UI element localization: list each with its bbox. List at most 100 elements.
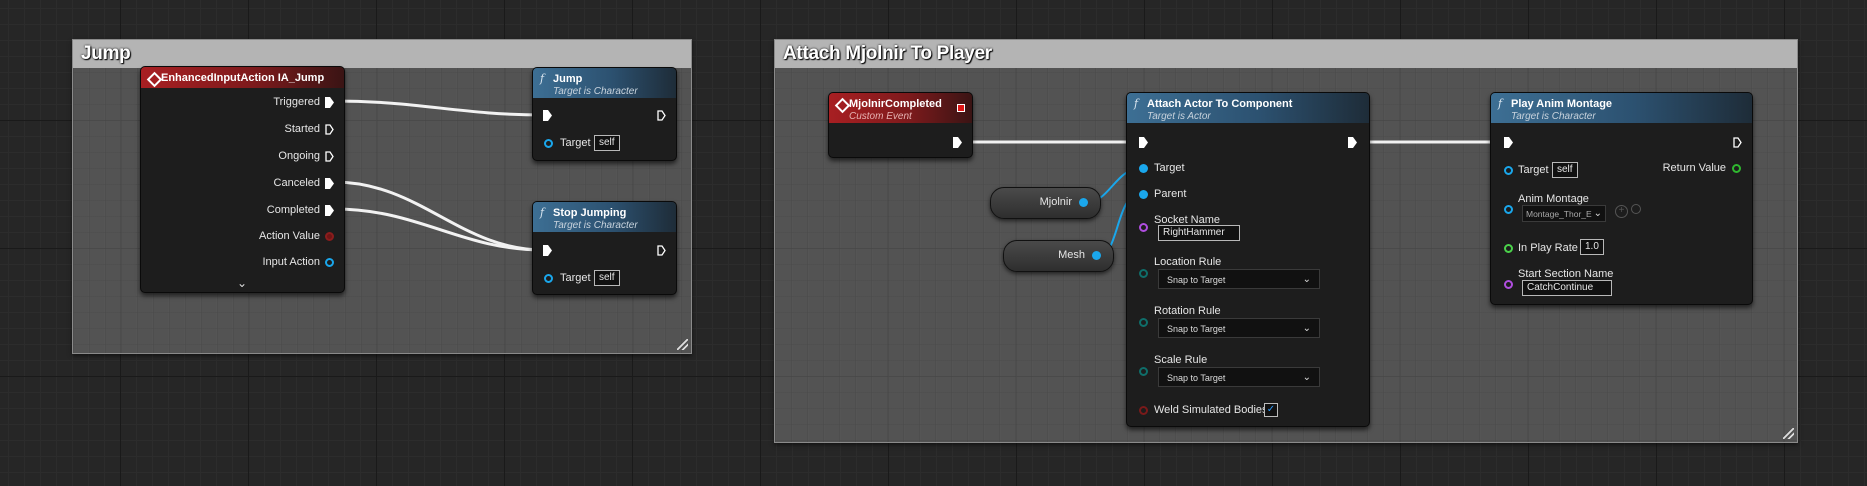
play-anim-montage-node[interactable]: f Play Anim Montage Target is Character … — [1490, 92, 1753, 305]
attach-actor-to-component-node[interactable]: f Attach Actor To Component Target is Ac… — [1126, 92, 1370, 427]
chevron-down-icon: ⌄ — [1302, 323, 1311, 334]
exec-out-pin-icon[interactable] — [657, 245, 666, 256]
exec-pin-filled-icon[interactable] — [325, 97, 334, 108]
target-field[interactable]: self — [1552, 162, 1578, 178]
pin-canceled[interactable]: Canceled — [274, 177, 320, 189]
exec-out-pin-icon[interactable] — [1733, 137, 1742, 148]
exec-out-pin-icon[interactable] — [953, 137, 962, 148]
comment-title-jump[interactable]: Jump — [73, 40, 691, 68]
event-diamond-icon — [146, 71, 163, 88]
target-label: Target — [1154, 162, 1185, 174]
enum-pin-icon[interactable] — [1139, 367, 1148, 376]
chevron-down-icon: ⌄ — [1302, 274, 1311, 285]
weld-label: Weld Simulated Bodies — [1154, 404, 1268, 416]
node-title: Play Anim Montage — [1511, 98, 1613, 110]
chevron-down-icon: ⌄ — [1302, 372, 1311, 383]
exec-out-pin-icon[interactable] — [657, 110, 666, 121]
stop-jumping-node[interactable]: f Stop Jumping Target is Character Targe… — [532, 201, 677, 295]
exec-out-pin-icon[interactable] — [1348, 137, 1357, 148]
variable-label: Mesh — [1058, 249, 1085, 261]
object-pin-icon[interactable] — [1139, 190, 1148, 199]
pin-started[interactable]: Started — [285, 123, 320, 135]
float-pin-icon[interactable] — [1504, 244, 1513, 253]
node-header[interactable]: f Play Anim Montage Target is Character — [1491, 93, 1752, 123]
object-pin-icon[interactable] — [1079, 198, 1088, 207]
node-title: MjolnirCompleted — [849, 98, 942, 110]
exec-in-pin-icon[interactable] — [543, 245, 552, 256]
node-header[interactable]: f Stop Jumping Target is Character — [533, 202, 676, 232]
node-header[interactable]: EnhancedInputAction IA_Jump — [141, 67, 344, 88]
node-subtitle: Target is Character — [1511, 111, 1596, 122]
pin-input-action[interactable]: Input Action — [263, 256, 321, 268]
float-pin-icon[interactable] — [1732, 164, 1741, 173]
chevron-down-icon[interactable]: ⌄ — [237, 276, 247, 290]
dropdown-value: Snap to Target — [1167, 275, 1226, 285]
rotation-rule-dropdown[interactable]: Snap to Target ⌄ — [1158, 318, 1320, 338]
rotation-rule-label: Rotation Rule — [1154, 305, 1221, 317]
start-section-field[interactable]: CatchContinue — [1522, 280, 1612, 296]
name-pin-icon[interactable] — [1504, 280, 1513, 289]
name-pin-icon[interactable] — [1139, 223, 1148, 232]
resize-handle-icon[interactable] — [1783, 428, 1794, 439]
function-f-icon: f — [1134, 97, 1139, 110]
pin-ongoing[interactable]: Ongoing — [278, 150, 320, 162]
jump-node[interactable]: f Jump Target is Character Target self — [532, 67, 677, 161]
object-pin-icon[interactable] — [1504, 205, 1513, 214]
pin-action-value[interactable]: Action Value — [259, 230, 320, 242]
object-pin-icon[interactable] — [1504, 166, 1513, 175]
browse-search-icon[interactable] — [1631, 204, 1641, 214]
exec-in-pin-icon[interactable] — [1504, 137, 1513, 148]
exec-pin-empty-icon[interactable] — [325, 124, 334, 135]
resize-handle-icon[interactable] — [677, 339, 688, 350]
exec-pin-empty-icon[interactable] — [325, 151, 334, 162]
enhanced-input-action-node[interactable]: EnhancedInputAction IA_Jump Triggered St… — [140, 66, 345, 293]
object-pin-icon[interactable] — [1092, 251, 1101, 260]
object-pin-icon[interactable] — [544, 139, 553, 148]
socket-name-field[interactable]: RightHammer — [1158, 225, 1240, 241]
anim-montage-label: Anim Montage — [1518, 193, 1589, 205]
exec-pin-filled-icon[interactable] — [325, 178, 334, 189]
exec-pin-filled-icon[interactable] — [325, 205, 334, 216]
variable-label: Mjolnir — [1039, 196, 1072, 208]
enum-pin-icon[interactable] — [1139, 269, 1148, 278]
object-pin-icon[interactable] — [544, 274, 553, 283]
mesh-variable-node[interactable]: Mesh — [1003, 240, 1114, 272]
mjolnir-variable-node[interactable]: Mjolnir — [990, 187, 1101, 219]
node-header[interactable]: f Attach Actor To Component Target is Ac… — [1127, 93, 1369, 123]
mjolnir-completed-event-node[interactable]: MjolnirCompleted Custom Event — [828, 92, 973, 158]
node-title: Jump — [553, 73, 583, 85]
weld-checkbox[interactable]: ✓ — [1264, 403, 1278, 417]
play-rate-label: In Play Rate — [1518, 242, 1578, 254]
struct-pin-icon[interactable] — [325, 232, 334, 241]
node-title: Attach Actor To Component — [1147, 98, 1293, 110]
node-subtitle: Target is Character — [553, 220, 638, 231]
bool-pin-icon[interactable] — [1139, 406, 1148, 415]
target-field[interactable]: self — [594, 135, 620, 151]
target-label: Target — [560, 272, 591, 284]
pin-completed[interactable]: Completed — [267, 204, 320, 216]
play-rate-field[interactable]: 1.0 — [1580, 239, 1604, 255]
object-pin-icon[interactable] — [1139, 164, 1148, 173]
comment-title-attach[interactable]: Attach Mjolnir To Player — [775, 40, 1797, 68]
node-header[interactable]: f Jump Target is Character — [533, 68, 676, 98]
pin-triggered[interactable]: Triggered — [273, 96, 320, 108]
delegate-pin-icon[interactable] — [957, 104, 965, 112]
exec-in-pin-icon[interactable] — [543, 110, 552, 121]
enum-pin-icon[interactable] — [1139, 318, 1148, 327]
node-header[interactable]: MjolnirCompleted Custom Event — [829, 93, 972, 123]
node-subtitle: Custom Event — [849, 111, 912, 122]
anim-montage-dropdown[interactable]: Montage_Thor_E ⌄ — [1522, 205, 1606, 222]
function-f-icon: f — [540, 206, 545, 219]
location-rule-dropdown[interactable]: Snap to Target ⌄ — [1158, 269, 1320, 289]
node-subtitle: Target is Character — [553, 86, 638, 97]
event-diamond-icon — [834, 97, 851, 114]
scale-rule-dropdown[interactable]: Snap to Target ⌄ — [1158, 367, 1320, 387]
use-selected-asset-icon[interactable]: + — [1615, 205, 1628, 218]
dropdown-value: Snap to Target — [1167, 324, 1226, 334]
node-title: EnhancedInputAction IA_Jump — [161, 72, 325, 84]
scale-rule-label: Scale Rule — [1154, 354, 1208, 366]
target-field[interactable]: self — [594, 270, 620, 286]
exec-in-pin-icon[interactable] — [1139, 137, 1148, 148]
dropdown-value: Montage_Thor_E — [1526, 209, 1592, 219]
object-pin-icon[interactable] — [325, 258, 334, 267]
